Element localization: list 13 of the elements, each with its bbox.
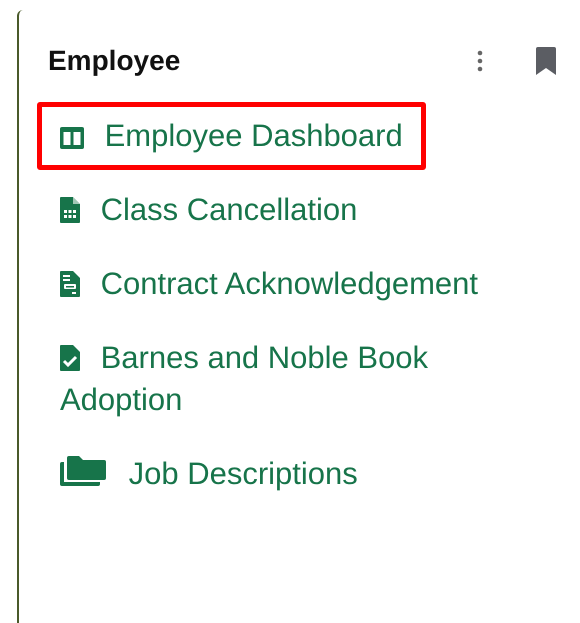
folders-icon xyxy=(60,456,106,486)
more-options-icon[interactable] xyxy=(477,50,483,72)
panel-title: Employee xyxy=(48,45,182,77)
document-check-icon xyxy=(60,345,80,371)
columns-icon xyxy=(60,127,84,149)
nav-link[interactable]: Contract Acknowledgement xyxy=(37,250,501,318)
nav-link[interactable]: Barnes and Noble Book Adoption xyxy=(37,324,512,434)
document-icon xyxy=(60,271,80,297)
bookmark-icon[interactable] xyxy=(535,47,557,75)
spreadsheet-file-icon xyxy=(60,197,80,223)
nav-link[interactable]: Job Descriptions xyxy=(37,440,381,508)
nav-link[interactable]: Employee Dashboard xyxy=(37,102,426,170)
nav-link[interactable]: Class Cancellation xyxy=(37,176,380,244)
